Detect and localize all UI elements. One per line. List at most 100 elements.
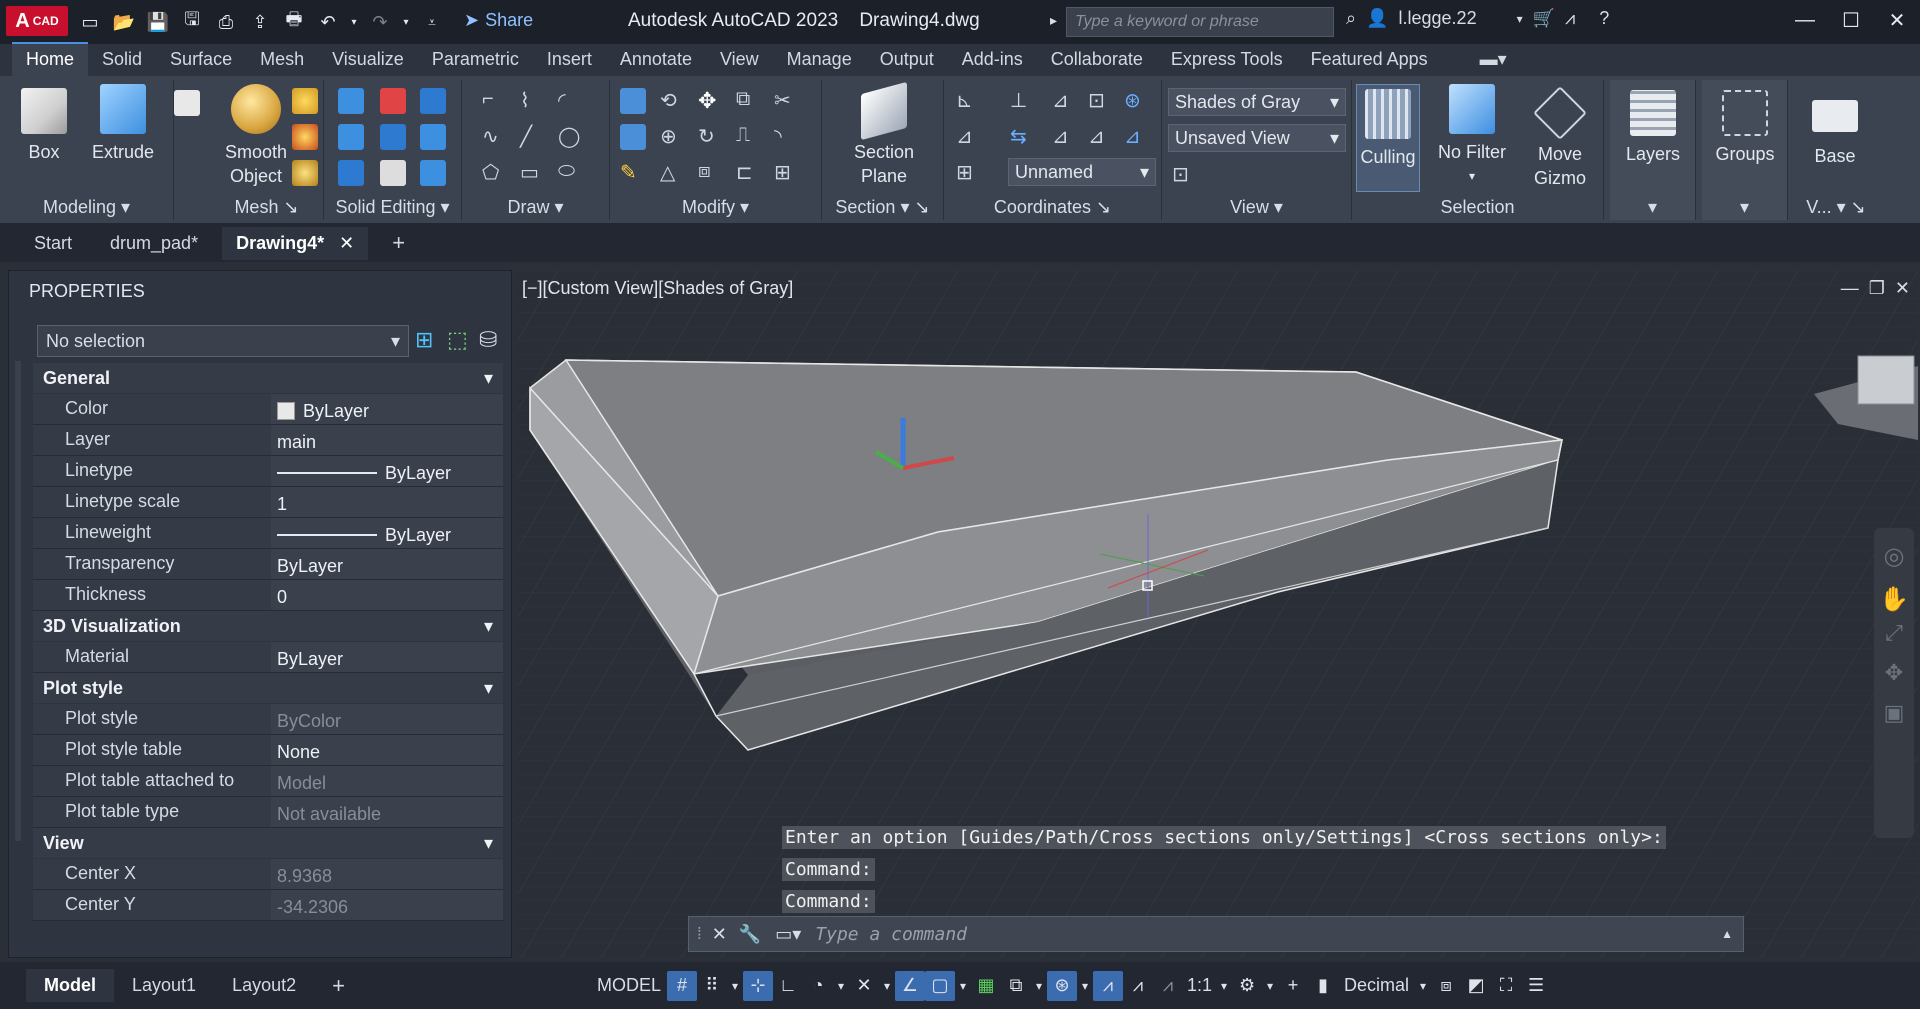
property-row[interactable]: Lineweight ByLayer	[33, 518, 503, 549]
grid-icon[interactable]: #	[667, 970, 697, 1001]
tab-mesh[interactable]: Mesh	[246, 44, 318, 76]
property-row[interactable]: Center X 8.9368	[33, 859, 503, 890]
file-tab-start[interactable]: Start	[20, 227, 86, 260]
maximize-icon[interactable]: ☐	[1828, 0, 1874, 40]
ucs-z-icon[interactable]: ⊿	[1088, 124, 1114, 150]
move-icon[interactable]: ✥	[698, 88, 724, 114]
toggle-pickadd-icon[interactable]: ⊞	[415, 327, 433, 353]
ortho-mode-icon[interactable]: ∟	[773, 971, 803, 1001]
snap-dropdown-icon[interactable]: ▾	[727, 971, 743, 1001]
add-layout-icon[interactable]: +	[314, 967, 363, 1005]
collapse-arrow-icon[interactable]: ▾	[484, 833, 493, 853]
user-icon[interactable]: 👤	[1366, 8, 1388, 29]
tab-parametric[interactable]: Parametric	[418, 44, 533, 76]
visual-style-dropdown[interactable]: Shades of Gray ▾	[1168, 88, 1346, 116]
save-as-icon[interactable]: 🖫	[178, 8, 206, 36]
property-value[interactable]: ByLayer	[271, 549, 503, 579]
array-icon[interactable]: ⊞	[774, 160, 800, 186]
annotation-scale-icon[interactable]: ⩘	[1153, 971, 1183, 1001]
trim-icon[interactable]: ✂	[774, 88, 800, 114]
line-icon[interactable]: ╱	[520, 124, 546, 150]
layout2-tab[interactable]: Layout2	[214, 969, 314, 1002]
smooth-object-button[interactable]: Smooth Object	[216, 84, 296, 188]
3d-object-snap-icon[interactable]: ⊛	[1047, 970, 1077, 1001]
property-row[interactable]: Plot table type Not available	[33, 797, 503, 828]
no-filter-button[interactable]: No Filter ▾	[1430, 84, 1514, 188]
property-value[interactable]: main	[271, 425, 503, 455]
undo-dropdown-icon[interactable]: ▾	[348, 8, 360, 36]
property-row[interactable]: Center Y -34.2306	[33, 890, 503, 921]
3d-osnap-dropdown-icon[interactable]: ▾	[1077, 971, 1093, 1001]
ucs-view-icon[interactable]: ⊿	[1124, 124, 1150, 150]
layout1-tab[interactable]: Layout1	[114, 969, 214, 1002]
new-tab-icon[interactable]: +	[378, 224, 419, 262]
ribbon-minimize-icon[interactable]: ▬▾	[1466, 44, 1521, 76]
rotate-icon[interactable]: ↻	[698, 124, 724, 150]
tab-view[interactable]: View	[706, 44, 773, 76]
file-tab-drawing4[interactable]: Drawing4* ✕	[222, 226, 369, 260]
view-group-label[interactable]: View ▾	[1162, 194, 1351, 220]
circle-icon[interactable]: ◯	[558, 124, 584, 150]
ucs-face-icon[interactable]: ⊞	[956, 160, 982, 186]
redo-dropdown-icon[interactable]: ▾	[400, 8, 412, 36]
workspace-dropdown-icon[interactable]: ▾	[1262, 971, 1278, 1001]
cart-icon[interactable]: 🛒	[1533, 8, 1555, 29]
object-snap-icon[interactable]: ▢	[925, 970, 955, 1001]
clean-screen-icon[interactable]: ⛶	[1491, 971, 1521, 1001]
close-icon[interactable]: ✕	[1874, 0, 1920, 40]
property-value[interactable]: ByLayer	[271, 518, 503, 548]
solid-editing-group-label[interactable]: Solid Editing ▾	[324, 194, 461, 220]
tab-collaborate[interactable]: Collaborate	[1037, 44, 1157, 76]
copy-icon[interactable]: ⧉	[736, 88, 762, 114]
property-row[interactable]: Plot table attached to Model	[33, 766, 503, 797]
base-group-label[interactable]: V... ▾ ↘	[1794, 194, 1878, 220]
property-value[interactable]: Model	[271, 766, 503, 796]
ucs-y-icon[interactable]: ⊿	[1052, 124, 1078, 150]
property-value[interactable]: ByLayer	[271, 394, 503, 424]
spline-icon[interactable]: ∿	[482, 124, 508, 150]
tab-manage[interactable]: Manage	[773, 44, 866, 76]
property-section-header[interactable]: View ▾	[33, 828, 503, 858]
help-icon[interactable]: ?	[1599, 8, 1609, 29]
command-customize-icon[interactable]: 🔧	[739, 924, 761, 945]
polysolid-icon[interactable]	[174, 90, 200, 116]
groups-button[interactable]: Groups	[1708, 84, 1782, 166]
property-row[interactable]: Linetype ByLayer	[33, 456, 503, 487]
application-menu-button[interactable]: A CAD	[6, 6, 68, 36]
box-button[interactable]: Box	[14, 84, 74, 164]
3d-align-icon[interactable]	[620, 124, 646, 150]
property-row[interactable]: Plot style ByColor	[33, 704, 503, 735]
customization-menu-icon[interactable]: ☰	[1521, 971, 1551, 1001]
scale-dropdown-icon[interactable]: ▾	[1216, 971, 1232, 1001]
property-value[interactable]: ByLayer	[271, 456, 503, 486]
snap-mode-icon[interactable]: ⠿	[697, 971, 727, 1001]
model-space-button[interactable]: MODEL	[591, 971, 667, 1000]
redo-icon[interactable]: ↷	[366, 8, 394, 36]
mirror-icon[interactable]: ⎍	[736, 124, 762, 150]
auto-scale-icon[interactable]: ⩘	[1123, 971, 1153, 1001]
property-section-header[interactable]: General ▾	[33, 363, 503, 393]
select-objects-icon[interactable]: ⬚	[447, 327, 468, 353]
lineweight-icon[interactable]: ▦	[971, 971, 1001, 1001]
groups-expand-icon[interactable]: ▾	[1702, 194, 1787, 220]
ellipse-icon[interactable]: ⬭	[558, 160, 584, 186]
annotation-scale-value[interactable]: 1:1	[1183, 971, 1216, 1000]
ucs-x-icon[interactable]: ⇆	[1010, 124, 1036, 150]
showmotion-icon[interactable]: ▣	[1874, 700, 1914, 726]
properties-scrollbar[interactable]	[15, 361, 21, 841]
draw-group-label[interactable]: Draw ▾	[462, 194, 609, 220]
collapse-arrow-icon[interactable]: ▾	[484, 678, 493, 698]
selection-cycling-dropdown-icon[interactable]: ▾	[1031, 971, 1047, 1001]
ucs-origin-icon[interactable]: ⊿	[1052, 88, 1078, 114]
annotation-visibility-icon[interactable]: ⩘	[1093, 970, 1123, 1001]
property-row[interactable]: Transparency ByLayer	[33, 549, 503, 580]
quick-properties-icon[interactable]: ⧈	[1431, 971, 1461, 1001]
tab-express-tools[interactable]: Express Tools	[1157, 44, 1297, 76]
infer-constraints-icon[interactable]: ⊹	[743, 970, 773, 1001]
3d-scale-icon[interactable]: △	[660, 160, 686, 186]
modify-group-label[interactable]: Modify ▾	[610, 194, 821, 220]
property-value[interactable]: ByColor	[271, 704, 503, 734]
expand-search-icon[interactable]: ▸	[1050, 12, 1057, 29]
culling-button[interactable]: Culling	[1356, 84, 1420, 192]
scale-icon[interactable]: ⧈	[698, 160, 724, 186]
